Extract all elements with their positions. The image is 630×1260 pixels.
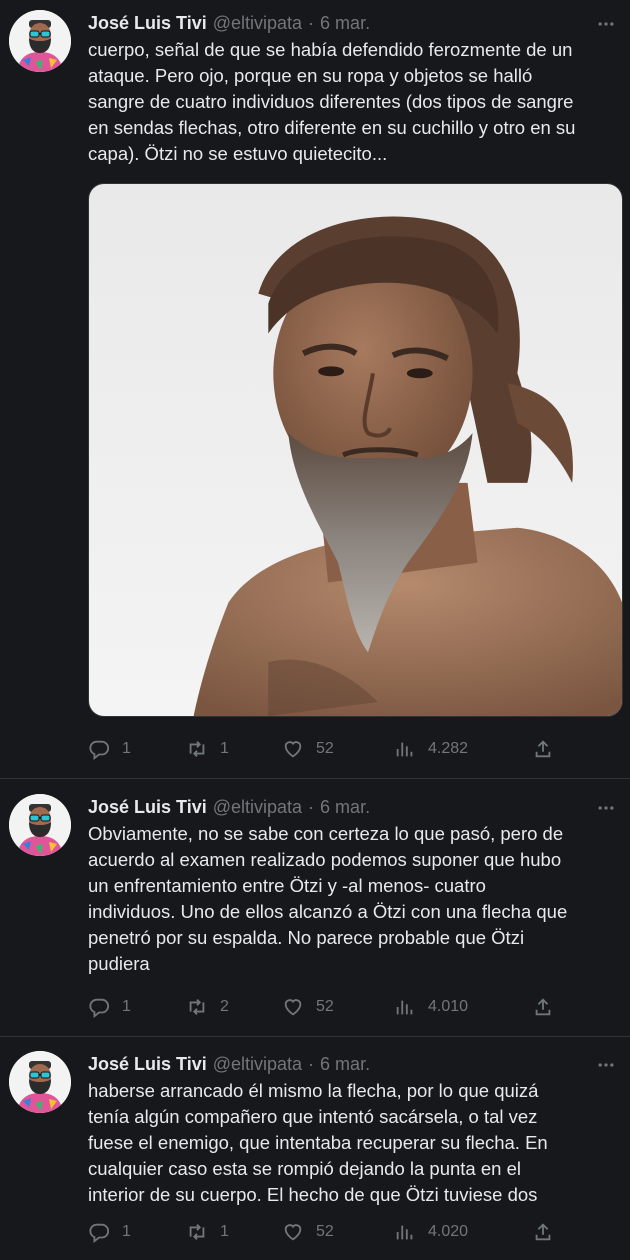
share-button[interactable] [532,1219,554,1245]
more-icon [598,1063,614,1067]
share-icon [535,1223,551,1241]
retweet-count: 2 [220,998,229,1015]
reply-button[interactable]: 1 [88,994,131,1020]
reply-count: 1 [122,998,131,1015]
views-icon [396,742,413,757]
retweet-icon [189,999,205,1015]
reply-icon [89,740,110,760]
retweet-icon [189,1224,205,1240]
like-button[interactable]: 52 [282,994,334,1020]
tweet-media[interactable] [88,183,623,717]
more-icon [598,22,614,26]
like-count: 52 [316,740,334,757]
separator: · [308,1053,315,1074]
avatar-illustration [9,794,71,856]
retweet-button[interactable]: 1 [186,736,229,762]
author-handle[interactable]: @eltivipata [213,1054,302,1075]
like-icon [284,999,302,1016]
views-button[interactable]: 4.010 [394,994,468,1020]
like-icon [284,1224,302,1241]
like-count: 52 [316,998,334,1015]
views-button[interactable]: 4.282 [394,736,468,762]
like-button[interactable]: 52 [282,736,334,762]
retweet-count: 1 [220,1223,229,1240]
divider [0,778,630,779]
views-button[interactable]: 4.020 [394,1219,468,1245]
tweet-text: haberse arrancado él mismo la flecha, po… [88,1080,548,1205]
reply-button[interactable]: 1 [88,736,131,762]
reply-button[interactable]: 1 [88,1219,131,1245]
separator: · [308,12,315,33]
reply-icon [89,1223,110,1243]
avatar[interactable] [9,794,71,856]
more-icon [598,806,614,810]
share-icon [535,740,551,758]
tweet-date[interactable]: 6 mar. [320,1054,370,1075]
like-count: 52 [316,1223,334,1240]
tweet-actions: 1 1 52 4.020 [88,1219,558,1245]
views-icon [396,1000,413,1015]
tweet-actions: 1 1 52 4.282 [88,736,558,762]
more-button[interactable] [594,12,618,36]
tweet[interactable]: José Luis Tivi @eltivipata · 6 mar. Obvi… [0,792,630,1042]
author-name[interactable]: José Luis Tivi [88,1054,207,1075]
tweet-header: José Luis Tivi @eltivipata · 6 mar. [88,792,370,822]
reply-icon [89,998,110,1018]
views-count: 4.282 [428,740,469,757]
reply-count: 1 [122,1223,131,1240]
reply-count: 1 [122,740,131,757]
views-count: 4.020 [428,1223,469,1240]
retweet-button[interactable]: 2 [186,994,229,1020]
retweet-button[interactable]: 1 [186,1219,229,1245]
avatar[interactable] [9,1051,71,1113]
media-photo [89,184,622,716]
tweet-date[interactable]: 6 mar. [320,13,370,34]
divider [0,1036,630,1037]
share-button[interactable] [532,736,554,762]
tweet-text: Obviamente, no se sabe con certeza lo qu… [88,823,568,974]
retweet-count: 1 [220,740,229,757]
separator: · [308,796,315,817]
author-name[interactable]: José Luis Tivi [88,797,207,818]
share-icon [535,998,551,1016]
retweet-icon [189,741,205,757]
avatar[interactable] [9,10,71,72]
tweet-header: José Luis Tivi @eltivipata · 6 mar. [88,8,370,38]
share-button[interactable] [532,994,554,1020]
avatar-illustration [9,1051,71,1113]
author-handle[interactable]: @eltivipata [213,13,302,34]
tweet-text: cuerpo, señal de que se había defendido … [88,39,576,164]
tweet-date[interactable]: 6 mar. [320,797,370,818]
like-icon [284,741,302,758]
tweet-actions: 1 2 52 4.010 [88,994,558,1020]
avatar-illustration [9,10,71,72]
timeline-feed: José Luis Tivi @eltivipata · 6 mar. cuer… [0,0,630,1260]
tweet[interactable]: José Luis Tivi @eltivipata · 6 mar. habe… [0,1049,630,1260]
views-icon [396,1225,413,1240]
like-button[interactable]: 52 [282,1219,334,1245]
tweet-header: José Luis Tivi @eltivipata · 6 mar. [88,1049,370,1079]
more-button[interactable] [594,796,618,820]
views-count: 4.010 [428,998,469,1015]
more-button[interactable] [594,1053,618,1077]
tweet[interactable]: José Luis Tivi @eltivipata · 6 mar. cuer… [0,8,630,778]
author-name[interactable]: José Luis Tivi [88,13,207,34]
author-handle[interactable]: @eltivipata [213,797,302,818]
